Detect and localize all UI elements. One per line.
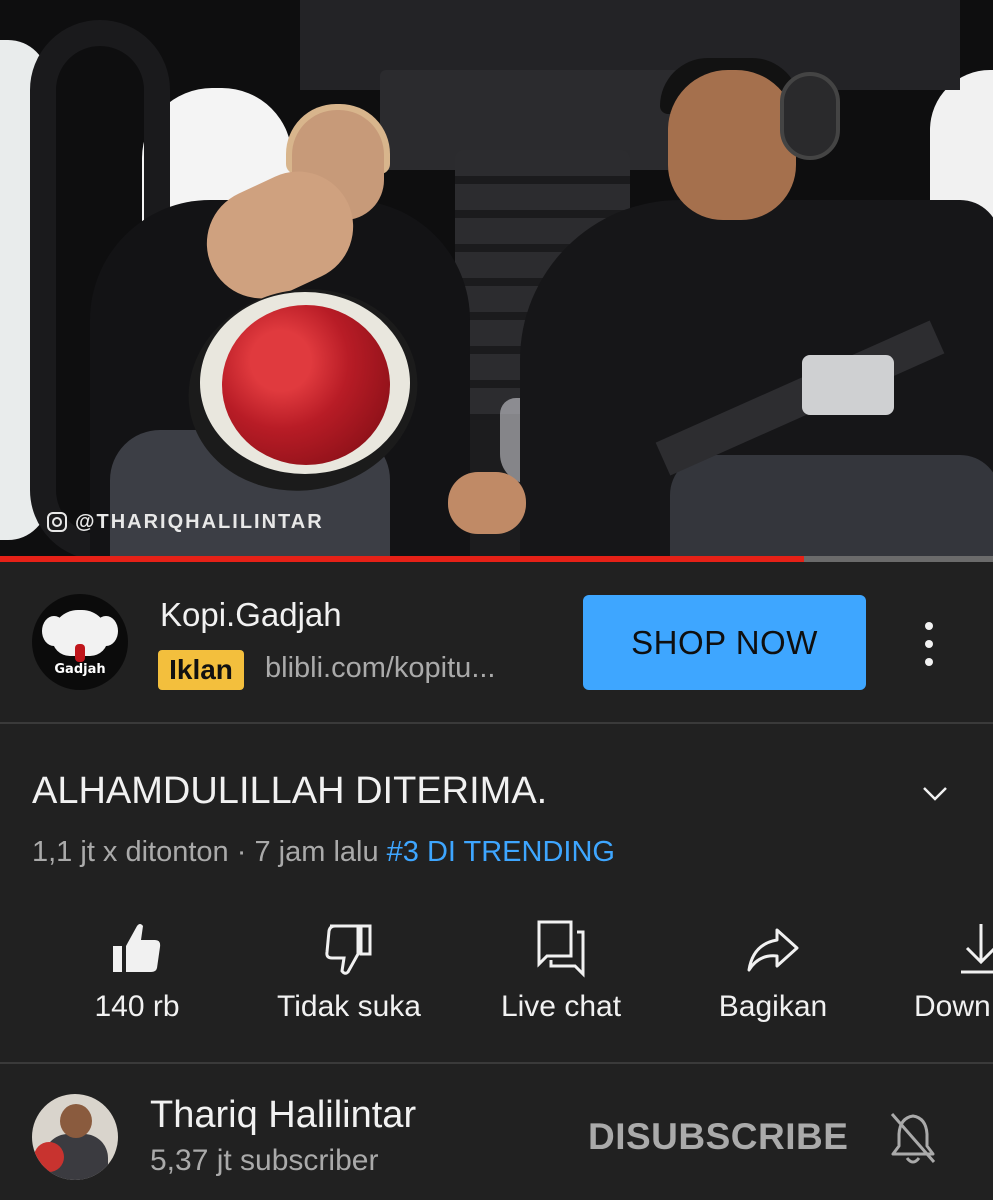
avatar-head [60, 1104, 92, 1138]
download-button[interactable]: Down [885, 918, 993, 1038]
avatar-flowers [34, 1142, 64, 1172]
headset [780, 72, 840, 160]
divider [0, 1062, 993, 1064]
dislike-label: Tidak suka [277, 990, 421, 1023]
person-right-legs [670, 455, 993, 556]
video-title[interactable]: ALHAMDULILLAH DITERIMA. [32, 770, 547, 813]
seat-belt-buckle [802, 355, 894, 415]
live-chat-label: Live chat [500, 990, 622, 1023]
video-watermark: @THARIQHALILINTAR [47, 509, 324, 535]
logo-brand-text: Gadjah [54, 662, 106, 677]
elephant-trunk [75, 644, 85, 662]
shop-now-button[interactable]: SHOP NOW [583, 595, 866, 690]
like-count: 140 rb [94, 990, 180, 1023]
person-right-head [668, 70, 796, 220]
view-count: 1,1 jt x ditonton [32, 836, 229, 868]
thumbs-down-icon [325, 924, 372, 975]
video-meta: 1,1 jt x ditonton · 7 jam lalu #3 DI TRE… [32, 836, 615, 869]
trending-link[interactable]: #3 DI TRENDING [387, 836, 615, 868]
advertiser-logo[interactable]: Gadjah [32, 594, 128, 690]
thumbs-up-filled-icon [113, 924, 161, 972]
share-icon [747, 928, 799, 972]
chevron-down-icon[interactable] [918, 776, 952, 810]
live-chat-button[interactable]: Live chat [461, 918, 661, 1038]
dislike-button[interactable]: Tidak suka [249, 918, 449, 1038]
video-player[interactable]: @THARIQHALILINTAR [0, 0, 993, 556]
ad-url[interactable]: blibli.com/kopitu... [265, 652, 535, 685]
subscriber-count: 5,37 jt subscriber [150, 1144, 379, 1177]
divider [0, 722, 993, 724]
live-chat-icon [537, 920, 585, 978]
kebab-vertical-icon[interactable] [912, 618, 946, 670]
video-progress-bar[interactable] [0, 556, 993, 562]
meta-separator: · [228, 836, 255, 868]
channel-avatar[interactable] [32, 1094, 118, 1180]
download-label: Down [914, 990, 991, 1023]
bouquet-roses [222, 305, 390, 465]
unsubscribe-button[interactable]: DISUBSCRIBE [588, 1116, 848, 1158]
upload-age: 7 jam lalu [254, 836, 379, 868]
bell-off-icon[interactable] [886, 1110, 940, 1166]
share-label: Bagikan [718, 990, 828, 1023]
video-progress-fill [0, 556, 805, 562]
download-icon [961, 924, 993, 974]
channel-name[interactable]: Thariq Halilintar [150, 1094, 416, 1137]
ad-badge: Iklan [158, 650, 244, 690]
share-button[interactable]: Bagikan [673, 918, 873, 1038]
watermark-text: @THARIQHALILINTAR [75, 510, 324, 533]
instagram-icon [47, 512, 67, 532]
advertiser-name[interactable]: Kopi.Gadjah [160, 596, 342, 634]
holding-hands [448, 472, 526, 534]
like-button[interactable]: 140 rb [37, 918, 237, 1038]
